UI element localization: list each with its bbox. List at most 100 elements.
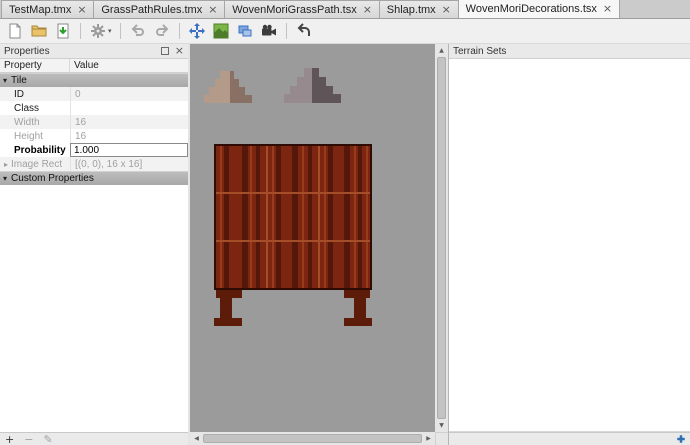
- property-value[interactable]: [70, 101, 188, 115]
- tab-wovenmorigrasspath[interactable]: WovenMoriGrassPath.tsx ×: [224, 0, 380, 18]
- canvas-vertical-scrollbar[interactable]: ▲ ▼: [435, 44, 448, 432]
- property-row-width: Width 16: [0, 115, 188, 129]
- edit-property-button[interactable]: ✎: [43, 434, 52, 445]
- collapse-icon: ▾: [3, 76, 7, 85]
- tab-testmap[interactable]: TestMap.tmx ×: [1, 0, 94, 18]
- terrain-editor-button[interactable]: [210, 21, 232, 42]
- close-icon[interactable]: ×: [442, 5, 451, 15]
- toolbar-separator: [286, 23, 287, 39]
- open-folder-icon: [31, 23, 47, 39]
- vertical-scroll-thumb[interactable]: [437, 57, 446, 419]
- column-header-value: Value: [70, 59, 188, 72]
- movie-camera-icon: [261, 23, 277, 39]
- dresser-tiles: [214, 144, 372, 290]
- property-value[interactable]: 16: [70, 115, 188, 129]
- property-row-id: ID 0: [0, 87, 188, 101]
- toolbar-separator: [80, 23, 81, 39]
- properties-column-headers: Property Value: [0, 59, 188, 73]
- scroll-right-icon[interactable]: ▶: [422, 432, 435, 445]
- terrain-icon: [213, 23, 229, 39]
- property-value[interactable]: 16: [70, 129, 188, 143]
- section-header-custom-properties[interactable]: ▾ Custom Properties: [0, 171, 188, 185]
- tab-grasspathrules[interactable]: GrassPathRules.tmx ×: [93, 0, 225, 18]
- properties-panel: Properties × Property Value ▾ Tile ID 0 …: [0, 44, 190, 445]
- tab-label: WovenMoriDecorations.tsx: [466, 3, 597, 15]
- property-row-probability: Probability 1.000: [0, 143, 188, 157]
- new-file-button[interactable]: [4, 21, 26, 42]
- close-icon[interactable]: ×: [363, 5, 372, 15]
- tab-wovenmoridecorations[interactable]: WovenMoriDecorations.tsx ×: [458, 0, 620, 18]
- horizontal-scroll-thumb[interactable]: [203, 434, 422, 443]
- return-arrow-icon: [296, 23, 312, 39]
- property-name: Width: [0, 117, 70, 128]
- property-value[interactable]: [(0, 0), 16 x 16]: [70, 157, 188, 171]
- undo-button[interactable]: [127, 21, 149, 42]
- export-button[interactable]: [87, 21, 109, 42]
- scrollbar-corner: [435, 432, 448, 445]
- add-property-button[interactable]: +: [5, 434, 14, 445]
- properties-empty-area: [0, 185, 188, 432]
- tab-label: WovenMoriGrassPath.tsx: [232, 4, 357, 16]
- property-name: ▸ Image Rect: [0, 159, 70, 170]
- section-header-tile[interactable]: ▾ Tile: [0, 73, 188, 87]
- plus-icon: [676, 434, 686, 444]
- scroll-down-icon[interactable]: ▼: [435, 419, 448, 432]
- property-row-height: Height 16: [0, 129, 188, 143]
- collision-shapes-icon: [237, 23, 253, 39]
- close-icon[interactable]: ×: [77, 5, 86, 15]
- property-name: ID: [0, 89, 70, 100]
- property-row-class: Class: [0, 101, 188, 115]
- scroll-up-icon[interactable]: ▲: [435, 44, 448, 57]
- properties-panel-header: Properties ×: [0, 44, 188, 59]
- add-terrain-set-button[interactable]: [676, 434, 686, 444]
- terrain-bottom-toolbar: [449, 432, 690, 445]
- tileset-canvas[interactable]: ▲ ▼ ◀ ▶: [190, 44, 448, 445]
- terrain-sets-header: Terrain Sets: [449, 44, 690, 59]
- scroll-left-icon[interactable]: ◀: [190, 432, 203, 445]
- tileset-image: [190, 44, 435, 432]
- close-icon[interactable]: ×: [603, 4, 612, 14]
- collision-editor-button[interactable]: [234, 21, 256, 42]
- tab-label: Shlap.tmx: [387, 4, 436, 16]
- float-panel-icon[interactable]: [161, 47, 169, 55]
- remove-property-button[interactable]: −: [24, 434, 33, 445]
- terrain-sets-title: Terrain Sets: [453, 46, 506, 57]
- canvas-horizontal-scrollbar[interactable]: ◀ ▶: [190, 432, 435, 445]
- column-header-property: Property: [0, 59, 70, 72]
- horizontal-scroll-track[interactable]: [203, 432, 422, 445]
- property-value-input[interactable]: 1.000: [70, 143, 188, 157]
- toolbar-separator: [179, 23, 180, 39]
- properties-bottom-toolbar: + − ✎: [0, 432, 188, 445]
- main-toolbar: ▾: [0, 19, 690, 44]
- vertical-scroll-track[interactable]: [435, 57, 448, 419]
- export-gear-icon: [90, 23, 106, 39]
- content-area: Properties × Property Value ▾ Tile ID 0 …: [0, 44, 690, 445]
- rearrange-tiles-button[interactable]: [186, 21, 208, 42]
- terrain-sets-list: [449, 59, 690, 432]
- open-file-button[interactable]: [28, 21, 50, 42]
- property-name: Probability: [0, 145, 70, 156]
- back-to-map-button[interactable]: [293, 21, 315, 42]
- dropdown-caret-icon[interactable]: ▾: [108, 27, 112, 35]
- save-button[interactable]: [52, 21, 74, 42]
- redo-button[interactable]: [151, 21, 173, 42]
- document-tab-bar: TestMap.tmx × GrassPathRules.tmx × Woven…: [0, 0, 690, 19]
- redo-icon: [154, 23, 170, 39]
- close-icon[interactable]: ×: [208, 5, 217, 15]
- undo-icon: [130, 23, 146, 39]
- tab-label: GrassPathRules.tmx: [101, 4, 202, 16]
- property-value[interactable]: 0: [70, 87, 188, 101]
- tab-label: TestMap.tmx: [9, 4, 71, 16]
- section-label: Tile: [11, 75, 27, 86]
- new-file-icon: [7, 23, 23, 39]
- animation-editor-button[interactable]: [258, 21, 280, 42]
- collapse-icon: ▾: [3, 174, 7, 183]
- expand-icon[interactable]: ▸: [4, 160, 8, 169]
- close-panel-icon[interactable]: ×: [175, 46, 184, 56]
- tab-shlap[interactable]: Shlap.tmx ×: [379, 0, 459, 18]
- property-name: Height: [0, 131, 70, 142]
- terrain-sets-panel: Terrain Sets: [448, 44, 690, 445]
- tiled-editor-window: TestMap.tmx × GrassPathRules.tmx × Woven…: [0, 0, 690, 445]
- save-icon: [55, 23, 71, 39]
- tileset-view[interactable]: [190, 44, 435, 432]
